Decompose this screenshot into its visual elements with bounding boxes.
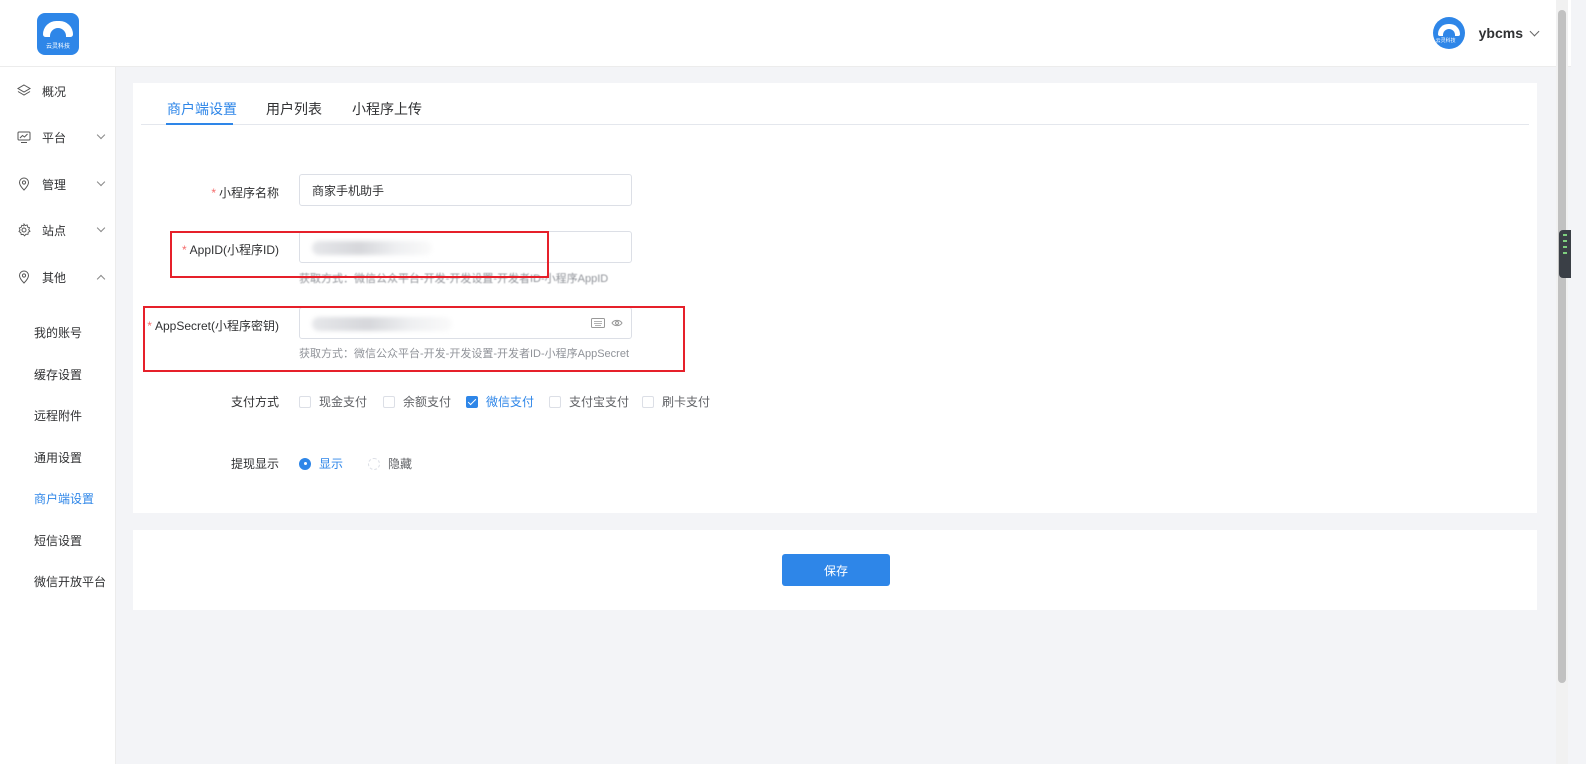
brand-logo[interactable]: 云灵科技 xyxy=(37,13,79,55)
floating-side-widget[interactable] xyxy=(1559,230,1571,278)
tab-merchant-settings[interactable]: 商户端设置 xyxy=(167,99,237,119)
sidebar-item-label: 概况 xyxy=(42,84,67,99)
sidebar-item-label: 平台 xyxy=(42,130,67,145)
tab-bar: 商户端设置 用户列表 小程序上传 xyxy=(141,83,1529,125)
location-icon xyxy=(18,270,30,284)
chevron-down-icon xyxy=(96,223,106,233)
user-menu[interactable]: 云灵科技 ybcms xyxy=(1432,17,1540,49)
scrollbar-thumb[interactable] xyxy=(1558,10,1566,683)
sidebar-subitem-sms[interactable]: 短信设置 xyxy=(34,532,82,549)
payment-label: 支付方式 xyxy=(230,395,279,409)
sidebar-subitem-merchant[interactable]: 商户端设置 xyxy=(34,490,94,507)
highlight-box xyxy=(143,306,685,372)
tab-user-list[interactable]: 用户列表 xyxy=(266,99,322,119)
sidebar: 概况 平台 管理 站点 其他 我的账号 缓存设置 远程附件 通用设置 商户端设置… xyxy=(0,67,116,764)
username[interactable]: ybcms xyxy=(1479,25,1523,41)
app-name-label: * 小程序名称 xyxy=(211,186,279,200)
gear-icon xyxy=(18,223,31,237)
location-icon xyxy=(18,177,30,191)
payment-cash-checkbox[interactable]: 现金支付 xyxy=(299,393,367,410)
sidebar-subitem-account[interactable]: 我的账号 xyxy=(34,324,82,341)
sidebar-subitem-cache[interactable]: 缓存设置 xyxy=(34,366,82,383)
tab-miniprogram-upload[interactable]: 小程序上传 xyxy=(352,99,422,119)
avatar-logo-text: 云灵科技 xyxy=(1435,38,1456,44)
chevron-down-icon[interactable] xyxy=(1529,26,1540,36)
avatar[interactable]: 云灵科技 xyxy=(1432,17,1465,49)
chevron-down-icon xyxy=(96,177,106,187)
sidebar-item-manage[interactable]: 管理 xyxy=(0,169,116,199)
app-name-input[interactable]: 商家手机助手 xyxy=(299,174,632,206)
payment-balance-checkbox[interactable]: 余额支付 xyxy=(383,393,451,410)
payment-card-checkbox[interactable]: 刷卡支付 xyxy=(642,393,710,410)
sidebar-item-platform[interactable]: 平台 xyxy=(0,122,116,152)
action-card: 保存 xyxy=(133,530,1537,610)
sidebar-item-site[interactable]: 站点 xyxy=(0,215,116,245)
settings-card: 商户端设置 用户列表 小程序上传 * 小程序名称 商家手机助手 * AppID(小程… xyxy=(133,83,1537,513)
save-button[interactable]: 保存 xyxy=(782,554,890,586)
sidebar-subitem-remote-attachment[interactable]: 远程附件 xyxy=(34,407,82,424)
sidebar-item-overview[interactable]: 概况 xyxy=(0,76,116,106)
sidebar-item-other[interactable]: 其他 xyxy=(0,262,116,292)
sidebar-item-label: 管理 xyxy=(42,177,67,192)
withdraw-hide-radio[interactable]: 隐藏 xyxy=(368,455,412,472)
chevron-up-icon xyxy=(96,274,106,284)
sidebar-subitem-general[interactable]: 通用设置 xyxy=(34,449,82,466)
top-bar: 云灵科技 云灵科技 ybcms xyxy=(0,0,1571,67)
tab-active-indicator xyxy=(166,123,233,125)
sidebar-item-label: 站点 xyxy=(42,223,67,238)
payment-wechat-checkbox[interactable]: 微信支付 xyxy=(466,393,534,410)
withdraw-label: 提现显示 xyxy=(230,457,279,471)
payment-alipay-checkbox[interactable]: 支付宝支付 xyxy=(549,393,629,410)
monitor-icon xyxy=(17,131,31,143)
chevron-down-icon xyxy=(96,130,106,140)
logo-text: 云灵科技 xyxy=(45,44,70,50)
sidebar-subitem-wechat-open[interactable]: 微信开放平台 xyxy=(34,573,106,590)
sidebar-item-label: 其他 xyxy=(42,270,67,285)
layers-icon xyxy=(17,84,31,96)
withdraw-show-radio[interactable]: 显示 xyxy=(299,455,343,472)
highlight-box xyxy=(170,231,549,278)
